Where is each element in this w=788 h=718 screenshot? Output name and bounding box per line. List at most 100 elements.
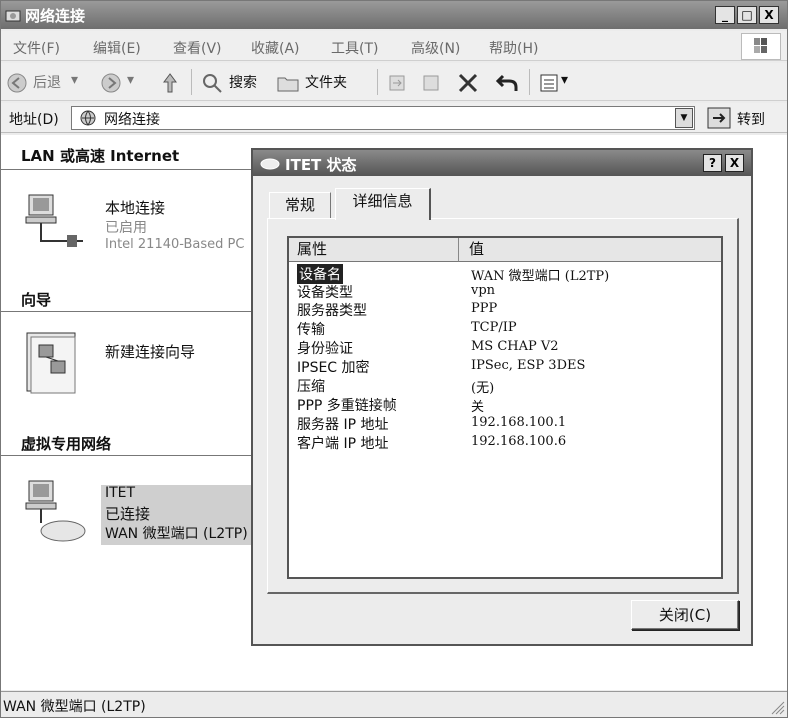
forward-arrow-icon[interactable]: [101, 73, 121, 93]
menu-view[interactable]: 查看(V): [173, 38, 222, 58]
close-button[interactable]: X: [759, 6, 779, 24]
property-cell: 设备名: [297, 264, 343, 284]
itet-status: 已连接: [105, 505, 151, 523]
toolbar: 后退 ▾ ▾ 搜索 文件夹 ▾: [1, 63, 787, 101]
back-arrow-icon[interactable]: [7, 73, 27, 93]
folders-icon[interactable]: [277, 74, 299, 92]
title-bar[interactable]: 网络连接 _ □ X: [1, 1, 787, 29]
back-button[interactable]: 后退: [33, 72, 61, 92]
menu-edit[interactable]: 编辑(E): [93, 38, 141, 58]
address-input[interactable]: 网络连接 ▼: [71, 106, 695, 130]
address-label: 地址(D): [9, 112, 59, 128]
dialog-title: ITET 状态: [285, 156, 357, 174]
local-connection-title: 本地连接: [105, 199, 166, 217]
property-cell: 身份验证: [297, 341, 353, 357]
menu-advanced[interactable]: 高级(N): [411, 38, 460, 58]
up-folder-icon[interactable]: [161, 72, 179, 94]
value-cell: (无): [471, 381, 495, 396]
undo-icon[interactable]: [495, 72, 519, 94]
resize-grip-icon[interactable]: [769, 699, 785, 715]
status-dialog: ITET 状态 ? X 常规 详细信息 属性 值 设备名 WAN 微型端口 (L2…: [251, 148, 753, 646]
go-button[interactable]: 转到: [705, 106, 783, 130]
folders-button[interactable]: 文件夹: [305, 72, 347, 92]
address-dropdown-icon[interactable]: ▼: [675, 108, 693, 128]
list-item[interactable]: 压缩 (无): [289, 376, 721, 396]
list-item[interactable]: 传输 TCP/IP: [289, 319, 721, 338]
details-list[interactable]: 属性 值 设备名 WAN 微型端口 (L2TP) 设备类型 vpn 服务器类型 PPP…: [287, 236, 723, 579]
dialog-title-bar[interactable]: ITET 状态 ? X: [253, 150, 751, 176]
value-cell: TCP/IP: [471, 320, 517, 335]
list-item[interactable]: 设备类型 vpn: [289, 282, 721, 301]
status-bar: WAN 微型端口 (L2TP): [1, 691, 787, 717]
list-item[interactable]: 身份验证 MS CHAP V2: [289, 338, 721, 357]
search-button[interactable]: 搜索: [229, 72, 257, 92]
menu-tools[interactable]: 工具(T): [331, 38, 378, 58]
column-header-property[interactable]: 属性: [289, 238, 459, 262]
value-cell: vpn: [471, 283, 496, 298]
lan-connection-icon: [25, 194, 83, 247]
window-title: 网络连接: [25, 7, 86, 25]
value-cell: IPSec, ESP 3DES: [471, 358, 586, 373]
value-cell: 192.168.100.1: [471, 415, 567, 430]
section-divider: [1, 455, 251, 456]
toolbar-separator: [529, 69, 530, 95]
toolbar-separator: [191, 69, 192, 95]
menu-favorites[interactable]: 收藏(A): [251, 38, 300, 58]
property-cell: 压缩: [297, 379, 325, 395]
local-connection-status: 已启用: [105, 220, 147, 236]
address-bar: 地址(D) 网络连接 ▼ 转到: [1, 103, 787, 133]
property-cell: PPP 多重链接帧: [297, 398, 397, 414]
maximize-button[interactable]: □: [737, 6, 757, 24]
network-folder-icon: [5, 10, 21, 22]
list-item[interactable]: 服务器类型 PPP: [289, 300, 721, 319]
views-dropdown-icon[interactable]: ▾: [561, 72, 568, 88]
help-button[interactable]: ?: [703, 154, 722, 172]
tab-general[interactable]: 常规: [269, 192, 331, 218]
section-divider: [1, 169, 251, 170]
property-cell: 服务器 IP 地址: [297, 417, 389, 433]
list-item[interactable]: 服务器 IP 地址 192.168.100.1: [289, 414, 721, 433]
status-text: WAN 微型端口 (L2TP): [3, 699, 146, 715]
section-vpn-title: 虚拟专用网络: [21, 435, 112, 453]
forward-dropdown-icon[interactable]: ▾: [127, 72, 134, 88]
new-connection-wizard-title: 新建连接向导: [105, 343, 196, 361]
itet-title: ITET: [105, 485, 136, 501]
windows-logo-icon: [741, 33, 781, 60]
dialog-close-button[interactable]: X: [725, 154, 744, 172]
local-connection-device: Intel 21140-Based PC: [105, 237, 245, 252]
itet-device: WAN 微型端口 (L2TP): [105, 526, 248, 542]
move-to-icon[interactable]: [387, 73, 407, 93]
address-value: 网络连接: [104, 112, 160, 128]
search-icon[interactable]: [201, 72, 223, 94]
vpn-connection-icon: [25, 480, 86, 542]
column-header-value[interactable]: 值: [459, 238, 721, 262]
section-divider: [1, 311, 251, 312]
vpn-title-icon: [260, 158, 280, 170]
list-item[interactable]: IPSEC 加密 IPSec, ESP 3DES: [289, 357, 721, 376]
menu-bar: 文件(F) 编辑(E) 查看(V) 收藏(A) 工具(T) 高级(N) 帮助(H…: [1, 31, 787, 61]
property-cell: 传输: [297, 322, 325, 338]
tab-details[interactable]: 详细信息: [335, 188, 431, 220]
toolbar-separator: [377, 69, 378, 95]
network-connections-icon: [80, 110, 96, 126]
menu-help[interactable]: 帮助(H): [489, 38, 538, 58]
list-item[interactable]: PPP 多重链接帧 关: [289, 395, 721, 415]
section-lan-title: LAN 或高速 Internet: [21, 147, 180, 165]
property-cell: IPSEC 加密: [297, 360, 370, 376]
go-arrow-icon: [707, 107, 731, 129]
back-dropdown-icon[interactable]: ▾: [71, 72, 78, 88]
views-icon[interactable]: [539, 73, 559, 93]
property-cell: 设备类型: [297, 285, 353, 301]
property-cell: 服务器类型: [297, 303, 367, 319]
value-cell: 192.168.100.6: [471, 434, 567, 449]
close-dialog-button[interactable]: 关闭(C): [631, 600, 739, 630]
delete-icon[interactable]: [457, 72, 479, 94]
minimize-button[interactable]: _: [715, 6, 735, 24]
copy-to-icon[interactable]: [421, 73, 441, 93]
wizard-icon: [26, 332, 76, 394]
property-cell: 客户端 IP 地址: [297, 436, 389, 452]
list-item[interactable]: 设备名 WAN 微型端口 (L2TP): [289, 264, 721, 284]
section-wizard-title: 向导: [21, 291, 52, 309]
menu-file[interactable]: 文件(F): [13, 38, 60, 58]
list-item[interactable]: 客户端 IP 地址 192.168.100.6: [289, 433, 721, 452]
